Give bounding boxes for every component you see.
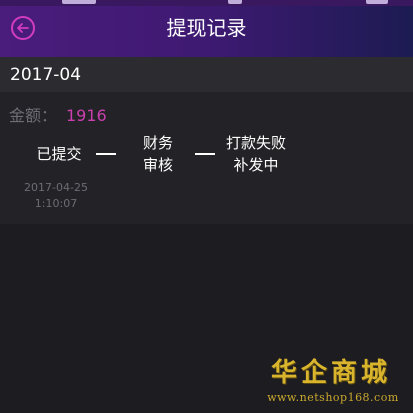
month-section-header: 2017-04 xyxy=(0,57,413,92)
watermark-url: www.netshop168.com xyxy=(267,391,399,404)
withdrawal-record-card[interactable]: 金额： 1916 已提交 财务 审核 打款失败 补发中 2017-04-25 1… xyxy=(0,92,413,224)
status-bar-remnant xyxy=(0,0,413,6)
step-connector xyxy=(195,153,215,155)
watermark: 华企商城 www.netshop168.com xyxy=(253,354,413,413)
step-finance-review: 财务 审核 xyxy=(134,132,182,176)
page-title: 提现记录 xyxy=(166,16,247,40)
step-finance-review-line-2: 审核 xyxy=(142,156,173,174)
withdrawal-records-screen: 提现记录 2017-04 金额： 1916 已提交 财务 审核 打款失败 补发中… xyxy=(0,0,413,413)
step-payment-failed: 打款失败 补发中 xyxy=(220,132,292,176)
step-submitted-label: 已提交 xyxy=(36,145,82,163)
step-payment-failed-line-2: 补发中 xyxy=(233,156,279,174)
step-payment-failed-line-1: 打款失败 xyxy=(225,134,286,152)
submitted-timestamp: 2017-04-25 1:10:07 xyxy=(18,180,94,212)
watermark-logo: 华企商城 xyxy=(271,358,392,388)
amount-label: 金额： xyxy=(9,106,58,125)
amount-value: 1916 xyxy=(66,106,107,125)
step-finance-review-line-1: 财务 xyxy=(142,134,173,152)
submitted-date: 2017-04-25 xyxy=(24,181,88,194)
step-submitted: 已提交 xyxy=(30,143,88,165)
nav-bar: 提现记录 xyxy=(0,0,413,57)
step-connector xyxy=(96,153,116,155)
month-label: 2017-04 xyxy=(10,65,82,85)
submitted-time: 1:10:07 xyxy=(34,197,78,210)
